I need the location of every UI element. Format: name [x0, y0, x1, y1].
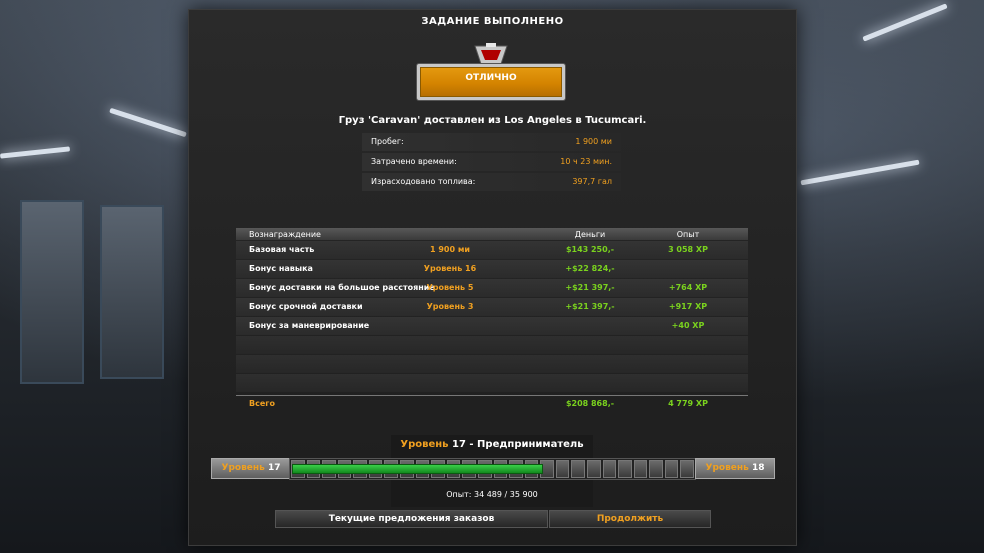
empty-row [236, 336, 748, 354]
xp-bar-segment [586, 460, 601, 478]
current-level-number: 17 [267, 463, 281, 473]
xp-progress-fill [292, 464, 543, 474]
empty-row [236, 374, 748, 392]
stat-label: Затрачено времени: [371, 157, 457, 166]
reward-money: +$21 397,- [565, 283, 615, 292]
reward-name: Бонус навыка [249, 264, 313, 273]
level-rank: - Предприниматель [465, 439, 584, 450]
header-xp: Опыт [676, 230, 700, 239]
table-row: Бонус срочной доставки Уровень 3 +$21 39… [236, 298, 748, 316]
stat-fuel: Израсходовано топлива: 397,7 гал [362, 173, 621, 191]
garage-door [100, 205, 164, 379]
reward-money: +$22 824,- [565, 264, 615, 273]
total-money: $208 868,- [565, 399, 615, 408]
xp-readout: Опыт: 34 489 / 35 900 [446, 490, 538, 499]
reward-xp: +40 XP [671, 321, 705, 330]
cargo-summary: Груз 'Caravan' доставлен из Los Angeles … [338, 115, 647, 126]
reward-detail: Уровень 5 [426, 283, 474, 292]
header-money: Деньги [574, 230, 606, 239]
empty-row [236, 355, 748, 373]
current-offers-button[interactable]: Текущие предложения заказов [275, 510, 548, 528]
xp-bar-segment [633, 460, 648, 478]
garage-door [20, 200, 84, 384]
xp-bar-segment [571, 460, 585, 478]
xp-bar-segment [664, 460, 679, 478]
reward-name: Бонус за маневрирование [249, 321, 370, 330]
level-number: 17 [452, 439, 466, 450]
stat-value: 10 ч 23 мин. [560, 157, 612, 166]
xp-bar-segment [602, 460, 617, 478]
table-row: Бонус навыка Уровень 16 +$22 824,- [236, 260, 748, 278]
reward-name: Бонус доставки на большое расстояние [249, 283, 435, 292]
reward-money: $143 250,- [565, 245, 615, 254]
xp-progress-bar [289, 458, 696, 480]
reward-name: Бонус срочной доставки [249, 302, 363, 311]
stat-value: 397,7 гал [572, 177, 612, 186]
ceiling-light [109, 107, 187, 138]
stat-distance: Пробег: 1 900 ми [362, 133, 621, 151]
next-level-cap: Уровень 18 [695, 458, 775, 479]
header-reward: Вознаграждение [249, 230, 321, 239]
level-prefix: Уровень [400, 439, 449, 450]
job-complete-panel: ЗАДАНИЕ ВЫПОЛНЕНО ОТЛИЧНО Груз 'Caravan'… [188, 9, 797, 546]
table-row: Бонус за маневрирование +40 XP [236, 317, 748, 335]
reward-name: Базовая часть [249, 245, 315, 254]
next-level-label: Уровень [705, 463, 749, 473]
xp-bar-segment [649, 460, 663, 478]
trip-stats: Пробег: 1 900 ми Затрачено времени: 10 ч… [362, 133, 621, 193]
table-row: Базовая часть 1 900 ми $143 250,- 3 058 … [236, 241, 748, 259]
xp-bar-segment [555, 460, 570, 478]
rating-badge: ОТЛИЧНО [417, 43, 565, 100]
xp-bar-segment [618, 460, 632, 478]
rewards-header: Вознаграждение Деньги Опыт [236, 228, 748, 240]
reward-money: +$21 397,- [565, 302, 615, 311]
reward-xp: +917 XP [668, 302, 708, 311]
reward-xp: +764 XP [668, 283, 708, 292]
continue-button[interactable]: Продолжить [549, 510, 711, 528]
reward-detail: Уровень 16 [423, 264, 477, 273]
total-xp: 4 779 XP [668, 399, 708, 408]
level-title: Уровень 17 - Предприниматель [391, 439, 593, 450]
ceiling-light [0, 146, 71, 159]
rewards-table: Вознаграждение Деньги Опыт Базовая часть… [236, 228, 748, 412]
xp-bar-segment [680, 460, 695, 478]
table-row: Бонус доставки на большое расстояние Уро… [236, 279, 748, 297]
stat-label: Пробег: [371, 137, 404, 146]
current-level-label: Уровень [221, 463, 265, 473]
ceiling-light [862, 3, 948, 42]
stat-time: Затрачено времени: 10 ч 23 мин. [362, 153, 621, 171]
total-label: Всего [249, 399, 275, 408]
reward-xp: 3 058 XP [668, 245, 708, 254]
next-level-number: 18 [751, 463, 765, 473]
stat-value: 1 900 ми [575, 137, 612, 146]
current-level-cap: Уровень 17 [211, 458, 291, 479]
page-title: ЗАДАНИЕ ВЫПОЛНЕНО [421, 16, 564, 27]
reward-detail: Уровень 3 [426, 302, 474, 311]
stat-label: Израсходовано топлива: [371, 177, 476, 186]
rewards-total-row: Всего $208 868,- 4 779 XP [236, 395, 748, 412]
reward-detail: 1 900 ми [430, 245, 470, 254]
rating-label: ОТЛИЧНО [465, 73, 517, 83]
ceiling-light [800, 159, 920, 186]
